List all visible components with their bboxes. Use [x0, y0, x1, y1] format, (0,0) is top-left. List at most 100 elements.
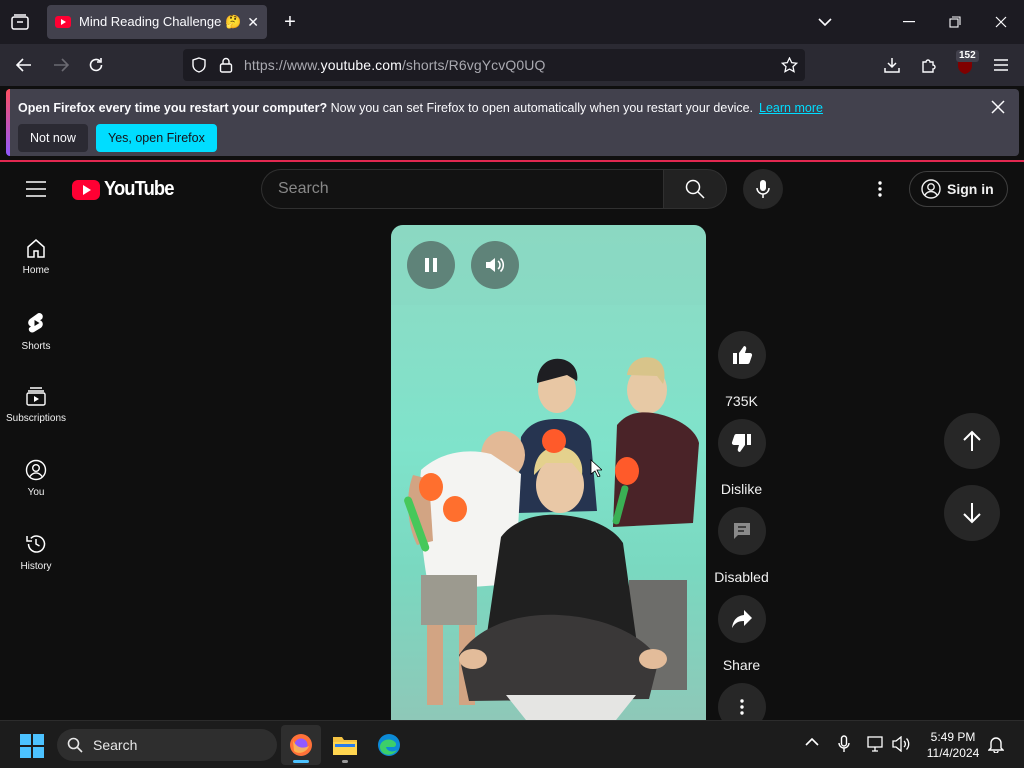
- url-text: https://www.youtube.com/shorts/R6vgYcvQ0…: [244, 57, 546, 73]
- taskbar-edge-button[interactable]: [369, 725, 409, 765]
- youtube-search-button[interactable]: [663, 169, 727, 209]
- tab-list-icon[interactable]: [8, 11, 32, 33]
- guide-item-label: History: [20, 561, 52, 572]
- more-settings-kebab-icon[interactable]: [877, 181, 883, 197]
- taskbar-file-explorer-button[interactable]: [325, 725, 365, 765]
- video-frame-people: [391, 225, 706, 720]
- home-icon: [27, 239, 45, 258]
- clock-date: 11/4/2024: [926, 746, 980, 760]
- youtube-logo[interactable]: YouTube: [72, 178, 180, 201]
- dislike-button[interactable]: Dislike: [714, 419, 769, 497]
- arrow-down-icon: [963, 503, 981, 524]
- thumbs-down-icon: [731, 434, 751, 452]
- notifications-bell-icon[interactable]: [988, 735, 1004, 753]
- next-short-button[interactable]: [944, 485, 1000, 541]
- guide-item-history[interactable]: History: [0, 533, 72, 572]
- reload-icon[interactable]: [85, 54, 107, 76]
- back-arrow-icon[interactable]: [13, 54, 35, 76]
- windows-taskbar: Search 5:49 PM 11/4/2024: [0, 720, 1024, 768]
- youtube-logo-text: YouTube: [104, 178, 174, 200]
- shorts-video-player[interactable]: [391, 225, 706, 720]
- youtube-favicon-icon: [55, 16, 71, 28]
- taskbar-firefox-button[interactable]: [281, 725, 321, 765]
- search-icon: [67, 737, 83, 753]
- restore-window-icon[interactable]: [944, 12, 966, 32]
- share-button[interactable]: Share: [714, 595, 769, 673]
- tray-network-icon[interactable]: [867, 736, 885, 752]
- clock-time: 5:49 PM: [930, 730, 976, 744]
- arrow-up-icon: [963, 430, 981, 451]
- downloads-icon[interactable]: [881, 54, 903, 76]
- close-window-icon[interactable]: [990, 12, 1012, 32]
- new-tab-icon[interactable]: +: [280, 11, 300, 33]
- guide-item-label: Home: [22, 265, 50, 276]
- sign-in-button[interactable]: Sign in: [909, 171, 1008, 207]
- bookmark-star-icon[interactable]: [781, 57, 798, 73]
- share-label: Share: [722, 657, 761, 673]
- youtube-search-input[interactable]: Search: [261, 169, 663, 209]
- pause-icon: [425, 258, 437, 272]
- folder-icon: [333, 737, 357, 755]
- thumbs-up-icon: [732, 346, 752, 364]
- minimize-window-icon[interactable]: [898, 12, 920, 32]
- running-app-indicator: [342, 760, 348, 763]
- learn-more-link[interactable]: Learn more: [759, 101, 823, 115]
- tray-volume-icon[interactable]: [892, 736, 910, 752]
- comments-disabled-label: Disabled: [714, 569, 769, 585]
- guide-item-subscriptions[interactable]: Subscriptions: [0, 385, 72, 424]
- guide-item-label: You: [27, 487, 45, 498]
- windows-start-icon[interactable]: [20, 734, 44, 758]
- address-bar[interactable]: https://www.youtube.com/shorts/R6vgYcvQ0…: [183, 49, 805, 81]
- comments-button: Disabled: [714, 507, 769, 585]
- guide-item-label: Subscriptions: [5, 413, 67, 424]
- volume-button[interactable]: [471, 241, 519, 289]
- extension-badge-count: 152: [956, 50, 979, 62]
- previous-short-button[interactable]: [944, 413, 1000, 469]
- share-arrow-icon: [731, 610, 752, 628]
- not-now-button[interactable]: Not now: [18, 124, 88, 152]
- taskbar-search-box[interactable]: Search: [57, 729, 277, 761]
- active-app-indicator: [293, 760, 309, 763]
- yes-open-firefox-button[interactable]: Yes, open Firefox: [96, 124, 217, 152]
- guide-item-shorts[interactable]: Shorts: [0, 311, 72, 352]
- pause-button[interactable]: [407, 241, 455, 289]
- app-menu-hamburger-icon[interactable]: [990, 54, 1012, 76]
- guide-item-you[interactable]: You: [0, 459, 72, 498]
- forward-arrow-icon[interactable]: [50, 54, 72, 76]
- account-circle-icon: [921, 179, 941, 199]
- guide-item-label: Shorts: [21, 341, 51, 352]
- you-icon: [25, 459, 47, 481]
- like-button[interactable]: 735K: [714, 331, 769, 409]
- subscriptions-icon: [26, 387, 46, 406]
- tab-title: Mind Reading Challenge 🤔 #lo: [79, 14, 244, 29]
- taskbar-search-label: Search: [93, 737, 138, 753]
- tray-microphone-icon[interactable]: [838, 735, 850, 753]
- sign-in-label: Sign in: [947, 181, 994, 197]
- close-notification-icon[interactable]: [991, 100, 1005, 114]
- content-divider: [0, 160, 1024, 162]
- guide-item-home[interactable]: Home: [0, 237, 72, 276]
- dislike-label: Dislike: [720, 481, 763, 497]
- taskbar-clock[interactable]: 5:49 PM 11/4/2024: [920, 729, 986, 761]
- search-icon: [685, 179, 705, 199]
- shorts-icon: [28, 313, 43, 333]
- browser-tab-active[interactable]: Mind Reading Challenge 🤔 #lo ✕: [47, 5, 267, 39]
- mouse-cursor-icon: [590, 459, 602, 477]
- list-all-tabs-chevron-icon[interactable]: [815, 12, 835, 32]
- voice-search-button[interactable]: [743, 169, 783, 209]
- history-icon: [26, 535, 46, 553]
- edge-icon: [378, 734, 400, 756]
- browser-navigation-bar: https://www.youtube.com/shorts/R6vgYcvQ0…: [0, 44, 1024, 86]
- tracking-shield-icon[interactable]: [191, 57, 207, 73]
- microphone-icon: [756, 180, 770, 198]
- guide-menu-hamburger-icon[interactable]: [26, 181, 46, 197]
- browser-tab-strip: Mind Reading Challenge 🤔 #lo ✕ +: [0, 0, 1024, 44]
- lock-icon[interactable]: [219, 57, 233, 73]
- extensions-puzzle-icon[interactable]: [918, 54, 940, 76]
- system-tray-overflow-chevron-icon[interactable]: [805, 738, 819, 746]
- close-tab-icon[interactable]: ✕: [247, 14, 259, 31]
- search-placeholder: Search: [278, 180, 329, 197]
- volume-icon: [486, 257, 505, 273]
- firefox-icon: [290, 734, 312, 756]
- comment-icon: [733, 523, 750, 539]
